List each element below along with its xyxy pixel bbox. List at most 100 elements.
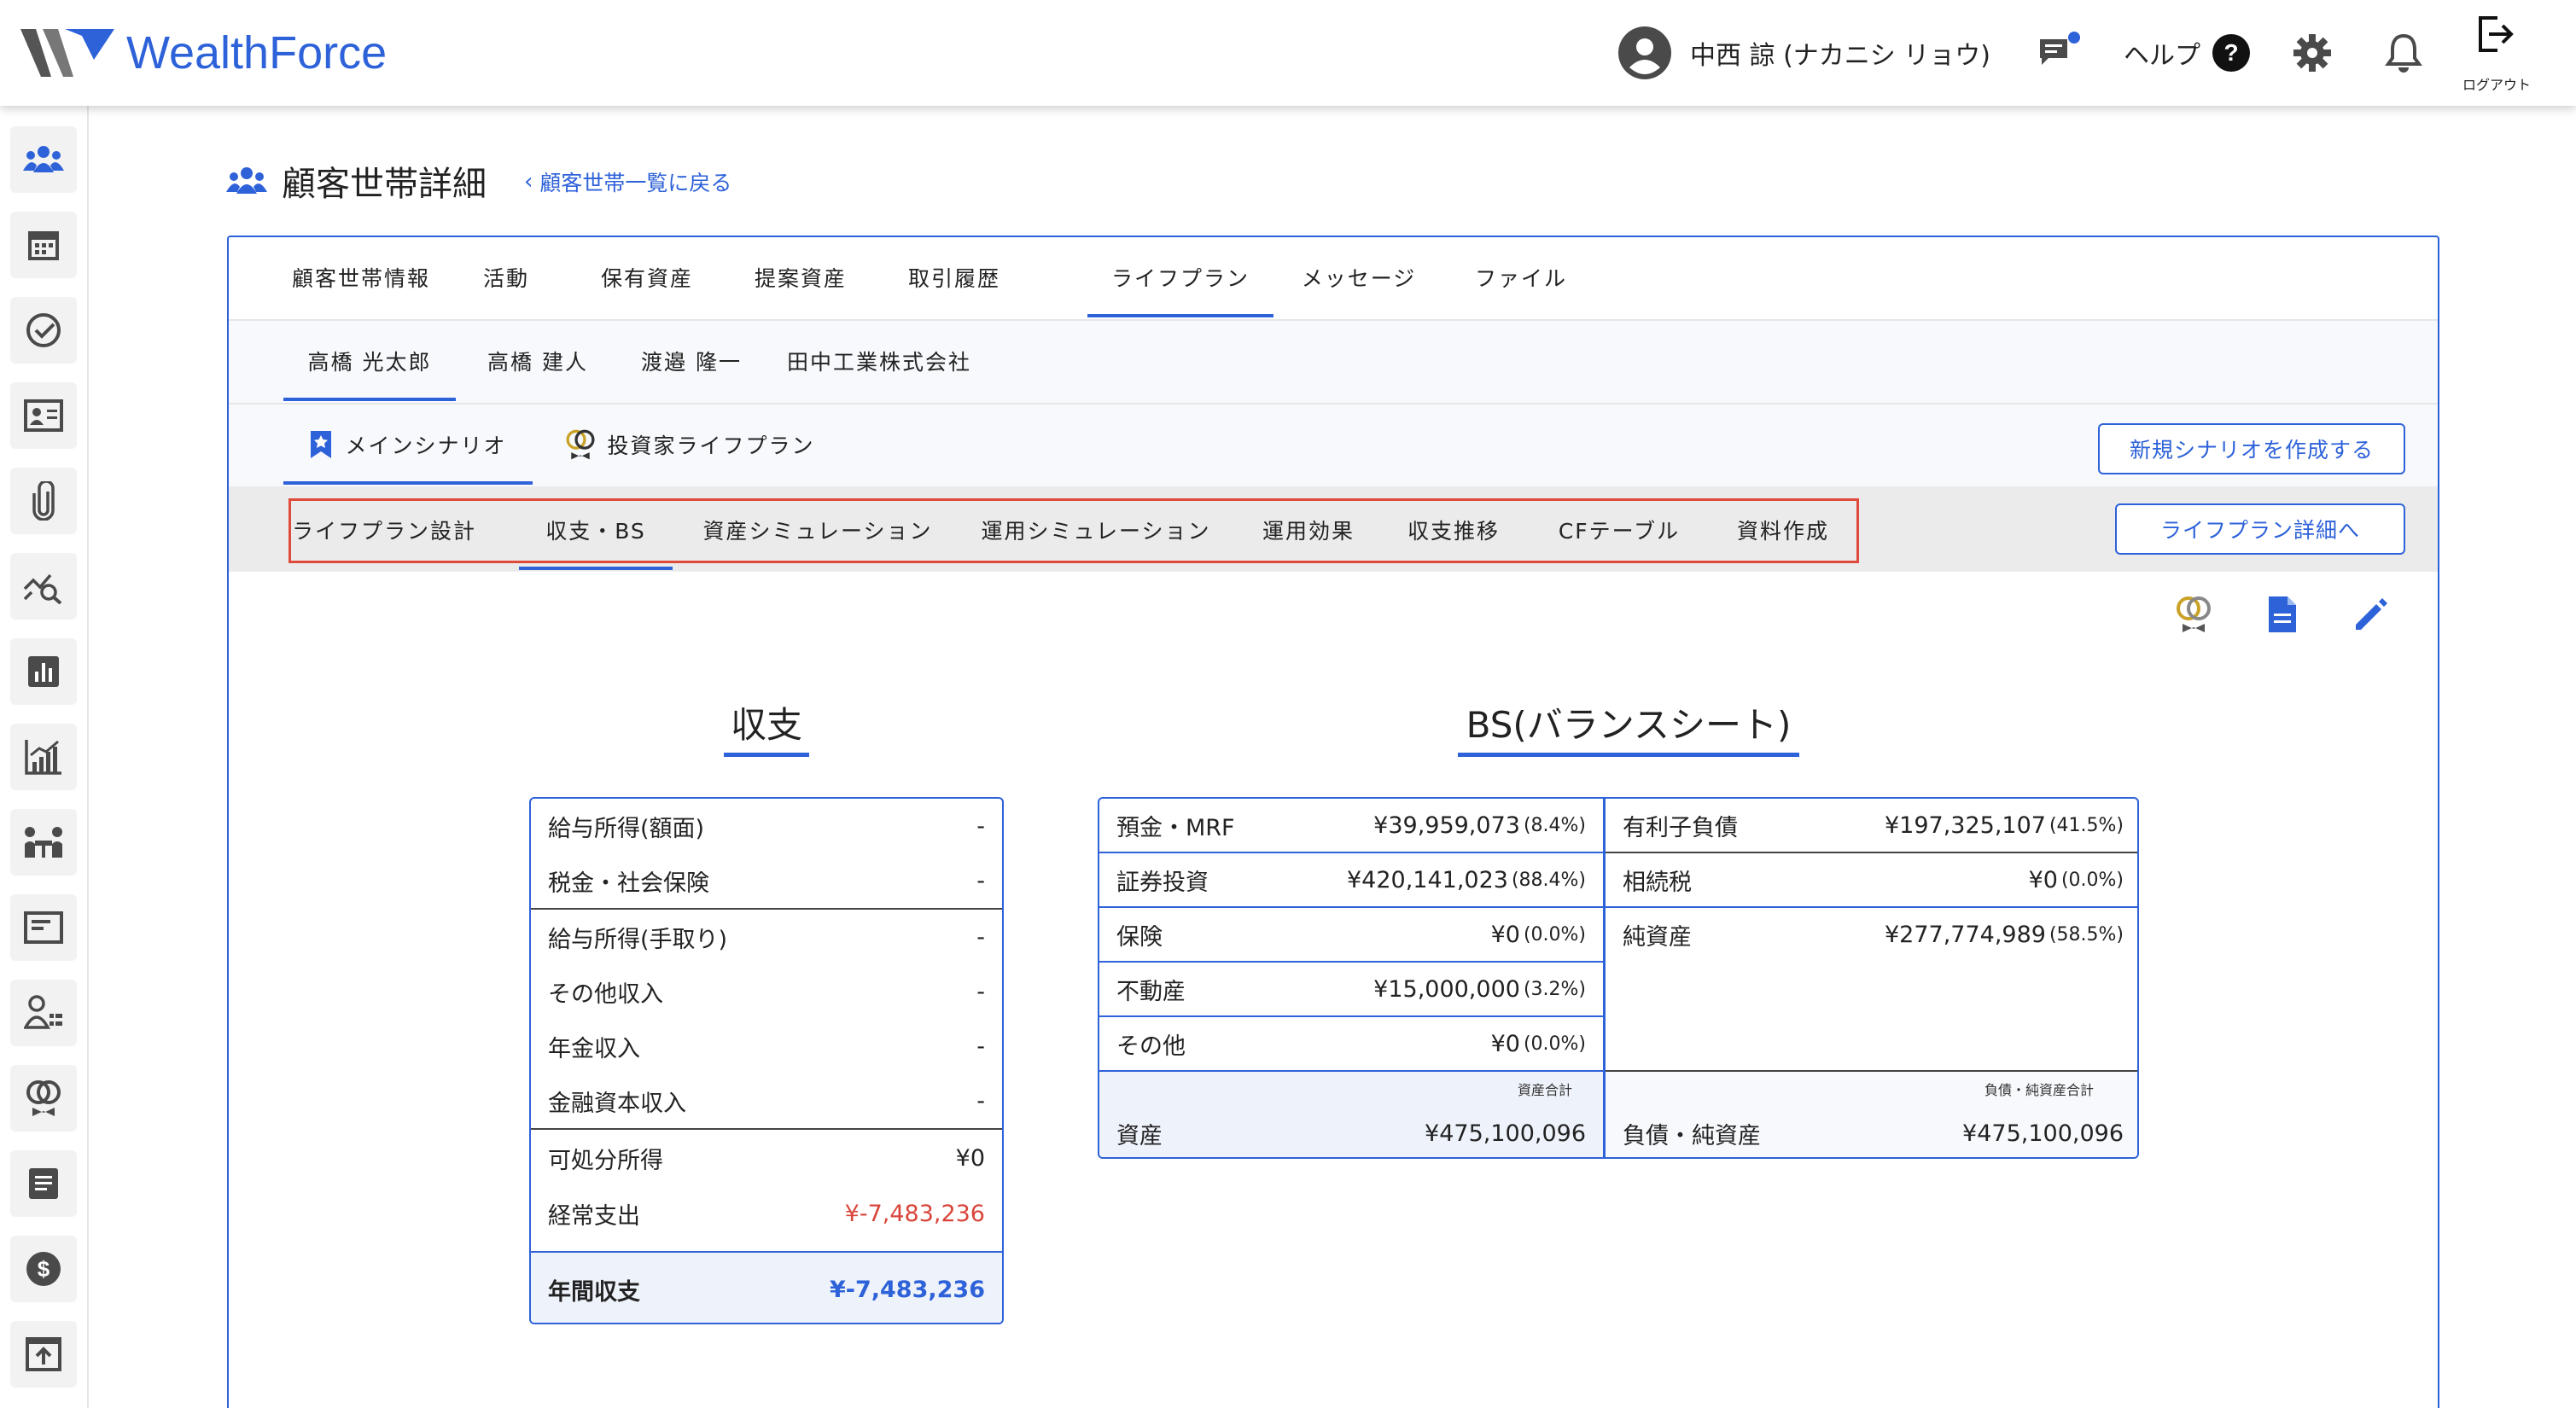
user-avatar-icon [1618,26,1671,79]
back-to-list-link[interactable]: ‹ 顧客世帯一覧に戻る [524,167,731,196]
sidebar-item-calendar[interactable] [10,212,77,278]
bar-chart-icon [28,656,59,687]
sidebar-item-documents[interactable] [10,1150,77,1217]
window-icon [24,911,63,944]
tab-lifeplan-design[interactable]: ライフプラン設計 [292,490,476,570]
sidebar-item-tasks[interactable] [10,297,77,364]
rings-icon [566,429,596,460]
svg-text:$: $ [38,1256,50,1282]
table-row: 給与所得(額面) - [548,812,985,842]
check-circle-icon [26,313,61,347]
sidebar-item-meetings[interactable] [10,809,77,876]
sidebar-item-analysis[interactable] [10,553,77,620]
notifications-button[interactable] [2385,0,2422,106]
sidebar-item-users[interactable] [10,980,77,1046]
income-section-title: 収支 [724,696,809,757]
liabilities-column: 有利子負債 ¥197,325,107 (41.5%) 相続税 ¥0 (0.0%) 純資産… [1606,799,2137,1157]
tab-holdings[interactable]: 保有資産 [570,237,724,317]
sidebar-item-export[interactable] [10,1321,77,1388]
messages-button[interactable] [2037,0,2081,106]
lifeplan-sub-tabs: ライフプラン設計 収支・BS 資産シミュレーション 運用シミュレーション 運用効… [229,486,2438,572]
scenario-tabs: メインシナリオ 投資家ライフプラン 新規シナリオを作成する [229,404,2438,486]
svg-text:?: ? [2223,39,2238,66]
lifeplan-detail-button[interactable]: ライフプラン詳細へ [2115,503,2405,555]
investor-lifeplan-label: 投資家ライフプラン [607,433,815,458]
page-header: 顧客世帯詳細 [225,159,487,204]
top-header: WealthForce 中西 諒 (ナカニシ リョウ) ヘルプ ? ログアウト [0,0,2576,106]
new-scenario-button[interactable]: 新規シナリオを作成する [2098,423,2405,474]
table-row: 預金・MRF ¥39,959,073 (8.4%) [1116,812,1586,841]
rings-icon [26,1080,61,1116]
tab-investor-lifeplan[interactable]: 投資家ライフプラン [553,404,826,485]
sidebar-item-lifeplan[interactable] [10,1065,77,1132]
table-row: 純資産 ¥277,774,989 (58.5%) [1623,921,2124,951]
table-row: 相続税 ¥0 (0.0%) [1623,866,2124,896]
edit-button[interactable] [2346,589,2397,640]
sidebar-item-board[interactable] [10,894,77,961]
tab-cashflow-trend[interactable]: 収支推移 [1390,490,1518,570]
sidebar-item-billing[interactable]: $ [10,1236,77,1302]
bs-section-title: BS(バランスシート) [1458,696,1799,757]
sidebar-item-attachments[interactable] [10,468,77,534]
sidebar: $ [0,106,89,1408]
tab-lifeplan[interactable]: ライフプラン [1087,237,1273,317]
tab-cf-table[interactable]: CFテーブル [1538,490,1700,570]
balance-sheet-table: 預金・MRF ¥39,959,073 (8.4%) 証券投資 ¥420,141,023… [1098,797,2139,1159]
table-row: その他 ¥0 (0.0%) [1116,1030,1586,1060]
dollar-icon: $ [26,1252,61,1286]
liab-total-caption: 負債・純資産合計 [1984,1082,2095,1098]
investor-lifeplan-button[interactable] [2168,589,2219,640]
member-tabs: 高橋 光太郎 高橋 建人 渡邉 隆一 田中工業株式会社 [229,321,2438,404]
user-menu[interactable]: 中西 諒 (ナカニシ リョウ) [1618,0,1990,106]
logout-label: ログアウト [2462,77,2531,93]
tab-investment-simulation[interactable]: 運用シミュレーション [968,490,1224,570]
id-card-icon [24,399,63,432]
table-row: その他収入 - [548,978,985,1008]
sidebar-item-households[interactable] [10,126,77,193]
tab-files[interactable]: ファイル [1444,237,1598,317]
page-title: 顧客世帯詳細 [282,165,487,204]
chevron-left-icon: ‹ [524,169,533,195]
pencil-icon [2356,598,2387,630]
tab-messages[interactable]: メッセージ [1273,237,1444,317]
help-button[interactable]: ヘルプ ? [2124,0,2250,106]
growth-chart-icon [25,740,61,775]
table-row: 有利子負債 ¥197,325,107 (41.5%) [1623,812,2124,841]
people-icon [23,146,64,172]
tab-investment-effect[interactable]: 運用効果 [1244,490,1373,570]
wealthforce-logo-icon [20,29,114,77]
document-icon [2269,596,2296,632]
document-button[interactable] [2257,589,2308,640]
app-logo[interactable]: WealthForce [20,20,387,85]
tab-asset-simulation[interactable]: 資産シミュレーション [690,490,946,570]
table-row: 給与所得(手取り) - [548,923,985,953]
tab-member-4[interactable]: 田中工業株式会社 [768,321,990,401]
tab-member-3[interactable]: 渡邉 隆一 [615,321,768,401]
tab-income-bs[interactable]: 収支・BS [519,490,673,570]
table-row: 不動産 ¥15,000,000 (3.2%) [1116,975,1586,1005]
assets-column: 預金・MRF ¥39,959,073 (8.4%) 証券投資 ¥420,141,023… [1099,799,1603,1157]
tab-member-2[interactable]: 高橋 建人 [461,321,615,401]
sidebar-item-performance[interactable] [10,724,77,790]
back-link-label: 顧客世帯一覧に戻る [539,171,732,195]
table-row: 可処分所得 ¥0 [548,1144,985,1174]
tab-activity[interactable]: 活動 [451,237,562,317]
logout-button[interactable] [2475,0,2516,68]
upload-icon [26,1337,61,1371]
annual-balance-row: 年間収支 ¥-7,483,236 [531,1253,1002,1323]
tab-transactions[interactable]: 取引履歴 [877,237,1031,317]
logo-text: WealthForce [126,27,388,79]
gear-icon [2293,34,2331,72]
tab-materials[interactable]: 資料作成 [1719,490,1847,570]
tab-household-info[interactable]: 顧客世帯情報 [280,237,442,317]
paperclip-icon [32,481,55,521]
document-icon [29,1168,58,1199]
tab-main-scenario[interactable]: メインシナリオ [283,404,533,485]
tab-proposals[interactable]: 提案資産 [724,237,877,317]
user-list-icon [24,995,62,1029]
sidebar-item-profile[interactable] [10,382,77,449]
sidebar-item-reports[interactable] [10,638,77,705]
tab-member-1[interactable]: 高橋 光太郎 [283,321,456,401]
trend-search-icon [23,573,62,604]
settings-button[interactable] [2293,0,2332,106]
